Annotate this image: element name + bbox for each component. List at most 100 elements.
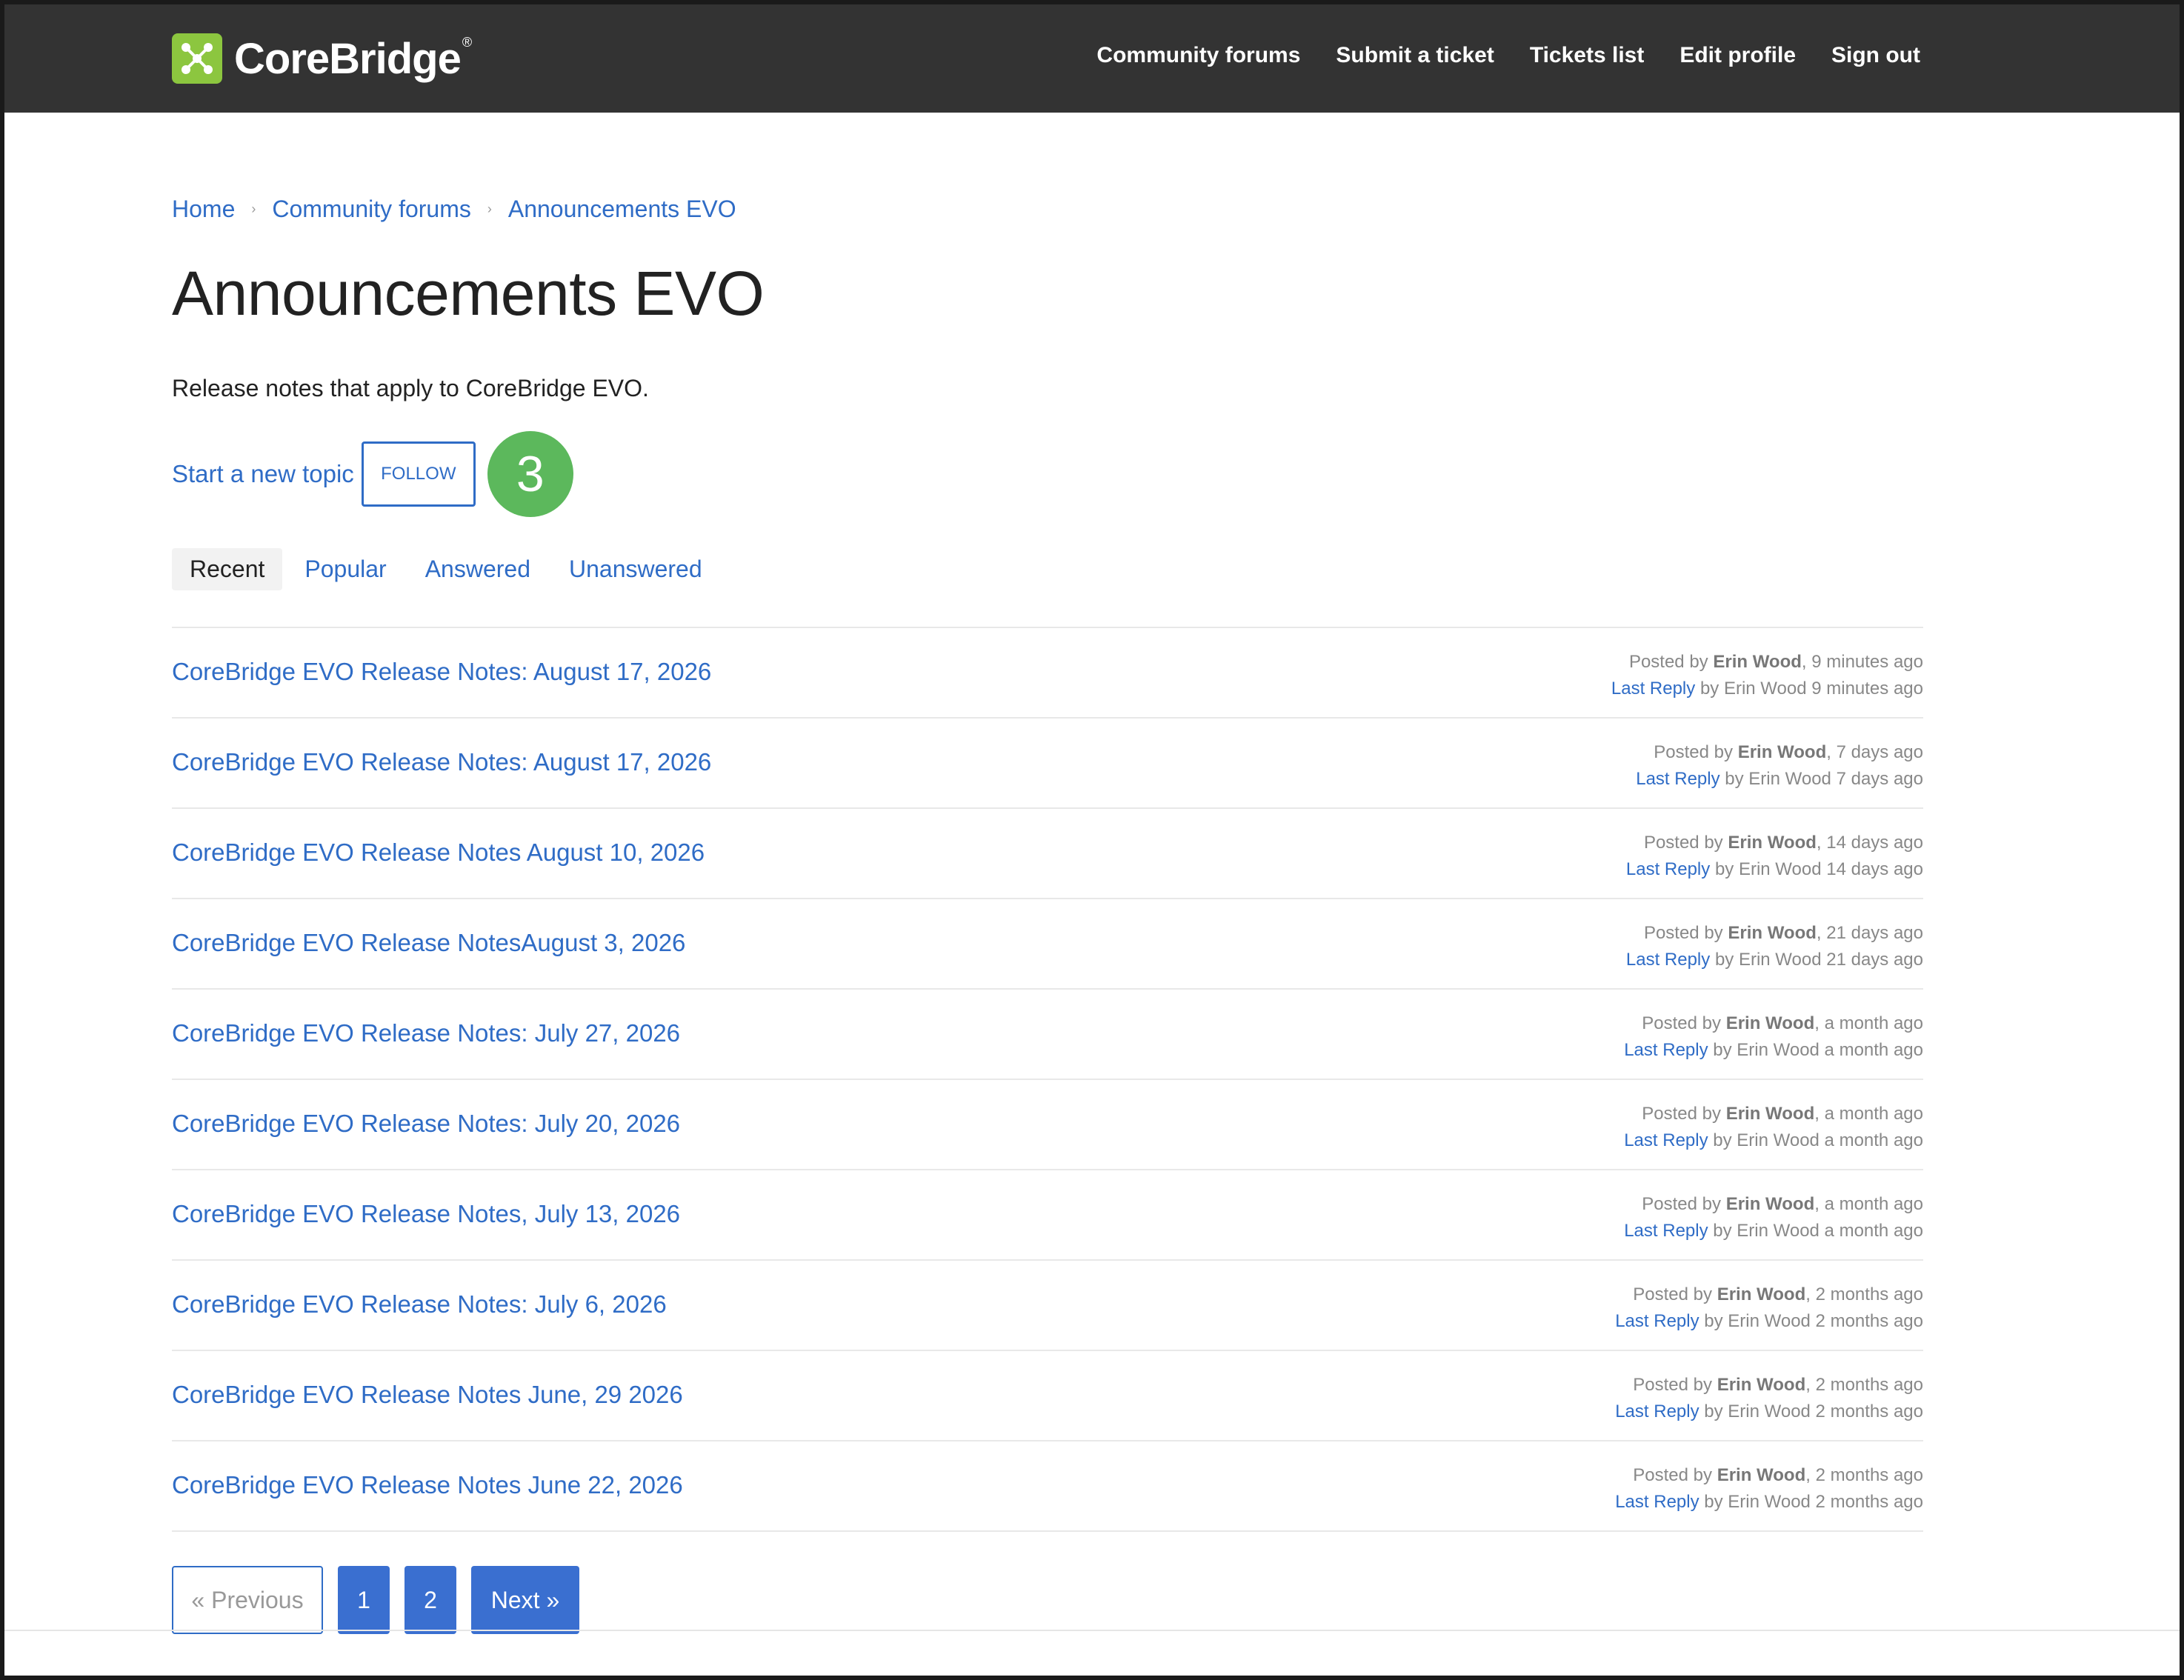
step-number-badge: 3 xyxy=(487,431,573,517)
nav-edit-profile[interactable]: Edit profile xyxy=(1679,43,1796,68)
nav-tickets-list[interactable]: Tickets list xyxy=(1530,43,1645,68)
topic-meta: Posted by Erin Wood, 14 days ago Last Re… xyxy=(1626,830,1923,883)
breadcrumb-separator-icon: › xyxy=(251,201,256,216)
page-1-button[interactable]: 1 xyxy=(338,1566,390,1634)
topic-meta: Posted by Erin Wood, 2 months ago Last R… xyxy=(1615,1462,1923,1516)
author-name: Erin Wood xyxy=(1717,1284,1806,1304)
last-reply-by: by Erin Wood 7 days ago xyxy=(1725,769,1923,789)
topic-row: CoreBridge EVO Release Notes: August 17,… xyxy=(172,628,1923,719)
topic-title-link[interactable]: CoreBridge EVO Release Notes: July 27, 2… xyxy=(172,1019,680,1047)
last-reply-link[interactable]: Last Reply xyxy=(1615,1492,1699,1512)
breadcrumb-announcements-evo[interactable]: Announcements EVO xyxy=(508,196,736,223)
author-name: Erin Wood xyxy=(1717,1465,1806,1485)
author-name: Erin Wood xyxy=(1728,923,1817,943)
author-name: Erin Wood xyxy=(1725,1013,1815,1033)
corebridge-logo[interactable]: CoreBridge ® xyxy=(172,32,472,85)
posted-by-label: Posted by xyxy=(1654,742,1734,762)
last-reply-by: by Erin Wood 2 months ago xyxy=(1704,1492,1923,1512)
header-nav: Community forums Submit a ticket Tickets… xyxy=(1061,43,1920,68)
forum-description: Release notes that apply to CoreBridge E… xyxy=(172,375,649,401)
author-name: Erin Wood xyxy=(1725,1104,1815,1124)
page-title: Announcements EVO xyxy=(172,259,765,328)
last-reply-link[interactable]: Last Reply xyxy=(1615,1311,1699,1331)
topic-meta: Posted by Erin Wood, 7 days ago Last Rep… xyxy=(1636,739,1923,793)
posted-time: , 21 days ago xyxy=(1816,923,1923,943)
topic-meta: Posted by Erin Wood, a month ago Last Re… xyxy=(1624,1010,1923,1064)
topic-row: CoreBridge EVO Release Notes June 22, 20… xyxy=(172,1441,1923,1532)
breadcrumb-separator-icon: › xyxy=(487,201,492,216)
posted-by-label: Posted by xyxy=(1628,652,1708,672)
posted-by-label: Posted by xyxy=(1633,1465,1713,1485)
topic-meta: Posted by Erin Wood, 2 months ago Last R… xyxy=(1615,1281,1923,1335)
topic-row: CoreBridge EVO Release Notes August 10, … xyxy=(172,809,1923,899)
topic-title-link[interactable]: CoreBridge EVO Release Notes June, 29 20… xyxy=(172,1381,683,1409)
topic-meta: Posted by Erin Wood, a month ago Last Re… xyxy=(1624,1101,1923,1154)
topic-filter-tabs: Recent Popular Answered Unanswered xyxy=(172,548,741,590)
last-reply-link[interactable]: Last Reply xyxy=(1626,859,1710,879)
author-name: Erin Wood xyxy=(1713,652,1802,672)
start-new-topic-link[interactable]: Start a new topic xyxy=(172,460,354,488)
nav-sign-out[interactable]: Sign out xyxy=(1831,43,1920,68)
author-name: Erin Wood xyxy=(1728,833,1817,853)
topic-meta: Posted by Erin Wood, 9 minutes ago Last … xyxy=(1611,649,1923,702)
topic-title-link[interactable]: CoreBridge EVO Release Notes: July 20, 2… xyxy=(172,1110,680,1138)
topic-row: CoreBridge EVO Release NotesAugust 3, 20… xyxy=(172,899,1923,990)
last-reply-link[interactable]: Last Reply xyxy=(1624,1130,1708,1150)
topic-title-link[interactable]: CoreBridge EVO Release NotesAugust 3, 20… xyxy=(172,929,685,957)
last-reply-by: by Erin Wood 14 days ago xyxy=(1714,859,1923,879)
author-name: Erin Wood xyxy=(1725,1194,1815,1214)
posted-by-label: Posted by xyxy=(1642,1104,1722,1124)
brand-name: CoreBridge xyxy=(234,34,462,83)
next-page-button[interactable]: Next » xyxy=(471,1566,579,1634)
author-name: Erin Wood xyxy=(1737,742,1827,762)
topic-row: CoreBridge EVO Release Notes: July 20, 2… xyxy=(172,1080,1923,1170)
posted-time: , 7 days ago xyxy=(1826,742,1923,762)
posted-time: , 2 months ago xyxy=(1805,1284,1923,1304)
breadcrumb-community-forums[interactable]: Community forums xyxy=(272,196,471,223)
previous-page-button[interactable]: « Previous xyxy=(172,1566,323,1634)
last-reply-link[interactable]: Last Reply xyxy=(1611,679,1695,699)
posted-time: , 2 months ago xyxy=(1805,1465,1923,1485)
topic-title-link[interactable]: CoreBridge EVO Release Notes, July 13, 2… xyxy=(172,1200,680,1228)
last-reply-link[interactable]: Last Reply xyxy=(1626,950,1710,970)
last-reply-by: by Erin Wood a month ago xyxy=(1713,1040,1923,1060)
last-reply-by: by Erin Wood 2 months ago xyxy=(1704,1311,1923,1331)
pagination: « Previous 1 2 Next » xyxy=(172,1566,594,1634)
nav-submit-ticket[interactable]: Submit a ticket xyxy=(1336,43,1494,68)
nav-community-forums[interactable]: Community forums xyxy=(1096,43,1300,68)
posted-by-label: Posted by xyxy=(1642,1013,1722,1033)
posted-time: , a month ago xyxy=(1814,1013,1923,1033)
topic-row: CoreBridge EVO Release Notes: July 6, 20… xyxy=(172,1261,1923,1351)
page-frame: CoreBridge ® Community forums Submit a t… xyxy=(0,0,2184,1680)
posted-time: , 9 minutes ago xyxy=(1801,652,1923,672)
tab-unanswered[interactable]: Unanswered xyxy=(569,556,702,583)
topic-title-link[interactable]: CoreBridge EVO Release Notes: August 17,… xyxy=(172,748,711,776)
posted-by-label: Posted by xyxy=(1642,1194,1722,1214)
topic-list: CoreBridge EVO Release Notes: August 17,… xyxy=(172,627,1923,1532)
topic-meta: Posted by Erin Wood, 2 months ago Last R… xyxy=(1615,1372,1923,1425)
posted-time: , a month ago xyxy=(1814,1104,1923,1124)
posted-by-label: Posted by xyxy=(1643,833,1723,853)
last-reply-link[interactable]: Last Reply xyxy=(1624,1040,1708,1060)
network-nodes-icon xyxy=(172,33,222,84)
tab-answered[interactable]: Answered xyxy=(425,556,530,583)
registered-mark: ® xyxy=(462,35,473,50)
last-reply-link[interactable]: Last Reply xyxy=(1636,769,1719,789)
page-2-button[interactable]: 2 xyxy=(404,1566,456,1634)
topic-title-link[interactable]: CoreBridge EVO Release Notes: July 6, 20… xyxy=(172,1290,667,1319)
last-reply-by: by Erin Wood 2 months ago xyxy=(1704,1401,1923,1421)
topic-title-link[interactable]: CoreBridge EVO Release Notes: August 17,… xyxy=(172,658,711,686)
posted-by-label: Posted by xyxy=(1643,923,1723,943)
topic-row: CoreBridge EVO Release Notes: August 17,… xyxy=(172,719,1923,809)
last-reply-by: by Erin Wood a month ago xyxy=(1713,1221,1923,1241)
posted-time: , 2 months ago xyxy=(1805,1375,1923,1395)
tab-recent[interactable]: Recent xyxy=(172,548,283,590)
last-reply-by: by Erin Wood 21 days ago xyxy=(1714,950,1923,970)
breadcrumb-home[interactable]: Home xyxy=(172,196,235,223)
follow-button[interactable]: FOLLOW xyxy=(361,441,476,507)
last-reply-link[interactable]: Last Reply xyxy=(1615,1401,1699,1421)
topic-title-link[interactable]: CoreBridge EVO Release Notes August 10, … xyxy=(172,839,705,867)
tab-popular[interactable]: Popular xyxy=(304,556,386,583)
last-reply-link[interactable]: Last Reply xyxy=(1624,1221,1708,1241)
topic-title-link[interactable]: CoreBridge EVO Release Notes June 22, 20… xyxy=(172,1471,683,1499)
